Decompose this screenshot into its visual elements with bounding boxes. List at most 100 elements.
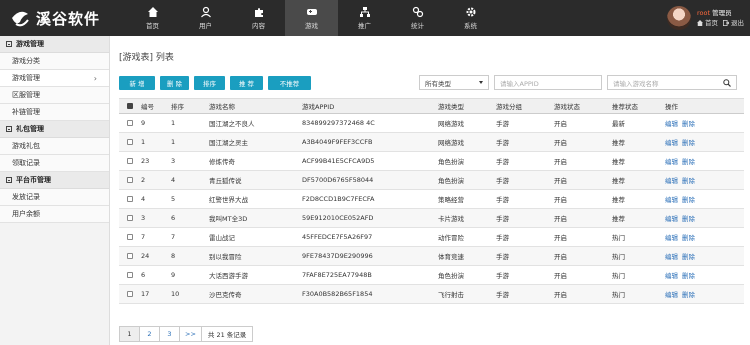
sidebar-item[interactable]: 游戏分类 <box>0 53 109 70</box>
row-select-cell[interactable] <box>119 196 141 202</box>
sidebar-item[interactable]: 发放记录 <box>0 189 109 206</box>
table-row[interactable]: 17 10 沙巴克传奇 F30A0B582B65F1854 飞行射击 手游 开启 热门 编辑 删除 <box>119 285 744 304</box>
table-cell: 修炼传奇 <box>209 158 235 166</box>
table-cell: 开启 <box>554 215 567 223</box>
sidebar-group-header[interactable]: 礼包管理 <box>0 121 109 138</box>
table-row[interactable]: 7 7 雷山战记 45FFEDCE7F5A26F97 动作冒险 手游 开启 热门 编辑 删除 <box>119 228 744 247</box>
row-checkbox[interactable] <box>127 291 133 297</box>
nav-item-puzzle[interactable]: 内容 <box>232 0 285 36</box>
delete-link[interactable]: 删除 <box>682 137 695 147</box>
delete-link[interactable]: 删除 <box>682 156 695 166</box>
row-select-cell[interactable] <box>119 120 141 126</box>
page-button[interactable]: 3 <box>159 326 180 342</box>
sidebar-group-header[interactable]: 游戏管理 <box>0 36 109 53</box>
table-cell: 5 <box>171 195 176 203</box>
row-checkbox[interactable] <box>127 158 133 164</box>
sidebar-item[interactable]: 用户余额 <box>0 206 109 223</box>
nav-item-user[interactable]: 用户 <box>179 0 232 36</box>
logo[interactable]: 溪谷软件 <box>8 4 100 32</box>
table-cell: 我叫MT全3D <box>209 215 248 223</box>
page-button[interactable]: 2 <box>139 326 160 342</box>
home-link[interactable]: 首页 <box>697 18 718 28</box>
sidebar-item[interactable]: 补链管理 <box>0 104 109 121</box>
table-cell: 别以我冒险 <box>209 253 242 261</box>
row-select-cell[interactable] <box>119 291 141 297</box>
table-row[interactable]: 6 9 大话西游手游 7FAF8E725EA77948B 角色扮演 手游 开启 热门 编辑 删除 <box>119 266 744 285</box>
search-icon[interactable] <box>723 78 731 87</box>
table-row[interactable]: 9 1 国江湖之不良人 834899297372468 4C 网络游戏 手游 开启 最新 编辑删… <box>119 114 744 133</box>
logout-link[interactable]: 退出 <box>723 18 744 28</box>
edit-link[interactable]: 编辑 <box>665 175 678 185</box>
table-cell: 3 <box>171 157 176 165</box>
row-select-cell[interactable] <box>119 215 141 221</box>
sidebar-item-label: 用户余额 <box>12 210 40 218</box>
table-cell: 手游 <box>496 139 509 147</box>
delete-link[interactable]: 删除 <box>682 251 695 261</box>
table-cell: 国江湖之不良人 <box>209 120 255 128</box>
nav-item-gear[interactable]: 系统 <box>444 0 497 36</box>
nav-item-home[interactable]: 首页 <box>126 0 179 36</box>
row-checkbox[interactable] <box>127 196 133 202</box>
sidebar-item[interactable]: 领取记录 <box>0 155 109 172</box>
delete-link[interactable]: 删除 <box>682 118 695 128</box>
row-select-cell[interactable] <box>119 177 141 183</box>
edit-link[interactable]: 编辑 <box>665 194 678 204</box>
select-all-cell[interactable] <box>119 103 141 109</box>
row-select-cell[interactable] <box>119 253 141 259</box>
row-actions: 编辑 删除 <box>665 156 744 166</box>
edit-link[interactable]: 编辑 <box>665 232 678 242</box>
edit-link[interactable]: 编辑 <box>665 289 678 299</box>
delete-button[interactable]: 删 除 <box>160 76 189 90</box>
appid-search-input[interactable]: 请输入APPID <box>494 75 602 90</box>
delete-link[interactable]: 删除 <box>682 194 695 204</box>
row-select-cell[interactable] <box>119 234 141 240</box>
delete-link[interactable]: 删除 <box>682 175 695 185</box>
row-select-cell[interactable] <box>119 158 141 164</box>
table-cell: 国江湖之灵主 <box>209 139 248 147</box>
row-checkbox[interactable] <box>127 272 133 278</box>
avatar[interactable] <box>667 6 691 30</box>
type-select[interactable]: 所有类型 <box>419 75 489 90</box>
sidebar-item[interactable]: 区服管理 <box>0 87 109 104</box>
sidebar-item[interactable]: 游戏礼包 <box>0 138 109 155</box>
row-checkbox[interactable] <box>127 215 133 221</box>
delete-link[interactable]: 删除 <box>682 270 695 280</box>
edit-link[interactable]: 编辑 <box>665 137 678 147</box>
add-button[interactable]: 新 增 <box>119 76 155 90</box>
unrecommend-button[interactable]: 不推荐 <box>268 76 311 90</box>
select-all-checkbox[interactable] <box>127 103 133 109</box>
nav-item-game[interactable]: 游戏 <box>285 0 338 36</box>
edit-link[interactable]: 编辑 <box>665 156 678 166</box>
sort-button[interactable]: 排序 <box>194 76 225 90</box>
sidebar-group-title: 游戏管理 <box>16 40 44 48</box>
table-row[interactable]: 24 8 别以我冒险 9FE78437D9E290996 体育竞速 手游 开启 热门 编辑 删除 <box>119 247 744 266</box>
recommend-button[interactable]: 推 荐 <box>230 76 263 90</box>
row-checkbox[interactable] <box>127 120 133 126</box>
row-checkbox[interactable] <box>127 139 133 145</box>
delete-link[interactable]: 删除 <box>682 232 695 242</box>
nav-item-stats[interactable]: 统计 <box>391 0 444 36</box>
edit-link[interactable]: 编辑 <box>665 118 678 128</box>
row-checkbox[interactable] <box>127 177 133 183</box>
next-page-button[interactable]: >> <box>179 326 202 342</box>
row-select-cell[interactable] <box>119 272 141 278</box>
row-select-cell[interactable] <box>119 139 141 145</box>
nav-item-network[interactable]: 推广 <box>338 0 391 36</box>
edit-link[interactable]: 编辑 <box>665 213 678 223</box>
table-row[interactable]: 23 3 修炼传奇 ACF99B41E5CFCA9D5 角色扮演 手游 开启 推荐 编辑 删除 <box>119 152 744 171</box>
page-button[interactable]: 1 <box>119 326 140 342</box>
edit-link[interactable]: 编辑 <box>665 251 678 261</box>
table-row[interactable]: 1 1 国江湖之灵主 A3B4049F9FEF3CCFB 网络游戏 手游 开启 推荐 编辑 删除 <box>119 133 744 152</box>
table-row[interactable]: 3 6 我叫MT全3D 59E912010CE052AFD 卡片游戏 手游 开启 推荐 编辑 删除 <box>119 209 744 228</box>
row-checkbox[interactable] <box>127 253 133 259</box>
sidebar-item[interactable]: 游戏管理 › <box>0 70 109 87</box>
row-checkbox[interactable] <box>127 234 133 240</box>
name-search-input[interactable]: 请输入游戏名称 <box>607 75 737 90</box>
table-row[interactable]: 4 5 红警世界大战 F2D8CCD1B9C7FECFA 策略经营 手游 开启 推荐 编辑 删除 <box>119 190 744 209</box>
edit-link[interactable]: 编辑 <box>665 270 678 280</box>
delete-link[interactable]: 删除 <box>682 289 695 299</box>
row-actions: 编辑 删除 <box>665 194 744 204</box>
delete-link[interactable]: 删除 <box>682 213 695 223</box>
sidebar-group-header[interactable]: 平台币管理 <box>0 172 109 189</box>
table-row[interactable]: 2 4 青丘狐传说 DF5700D6765F58044 角色扮演 手游 开启 推荐 编辑 删除 <box>119 171 744 190</box>
